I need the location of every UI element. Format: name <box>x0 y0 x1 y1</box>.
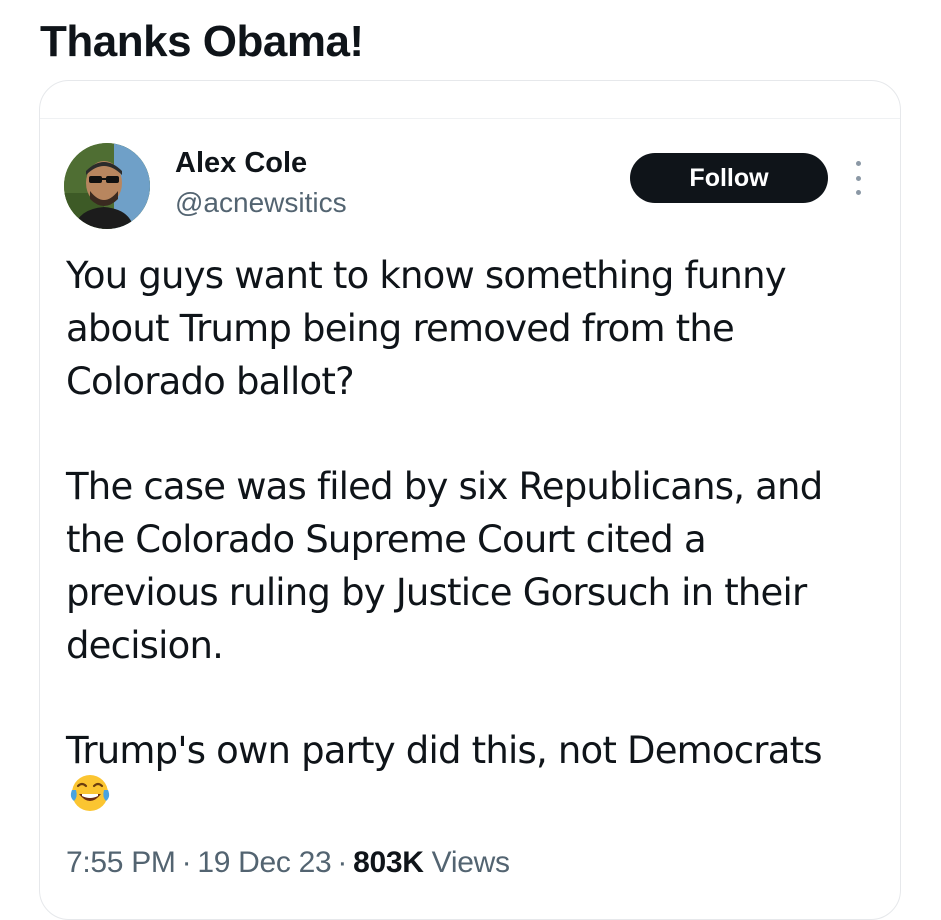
tweet-date[interactable]: 19 Dec 23 <box>197 846 331 879</box>
meta-separator: · <box>337 846 348 879</box>
meta-separator: · <box>181 846 192 879</box>
author-handle[interactable]: @acnewsitics <box>175 185 347 221</box>
tweet-paragraph: Trump's own party did this, not Democrat… <box>66 729 823 772</box>
tweet-paragraph: You guys want to know something funny ab… <box>66 254 787 403</box>
post-title: Thanks Obama! <box>40 17 364 66</box>
views-label: Views <box>431 846 510 879</box>
tweet-card[interactable]: Alex Cole @acnewsitics Follow You guys w… <box>39 80 901 920</box>
tweet-time[interactable]: 7:55 PM <box>66 846 176 879</box>
tweet-text: You guys want to know something funny ab… <box>66 249 866 777</box>
more-options-icon[interactable] <box>846 161 870 195</box>
face-with-tears-of-joy-icon <box>70 775 110 811</box>
author-name[interactable]: Alex Cole <box>175 145 307 181</box>
tweet-paragraph: The case was filed by six Republicans, a… <box>66 465 823 667</box>
more-dot <box>855 190 861 195</box>
follow-button[interactable]: Follow <box>630 153 828 203</box>
views-count[interactable]: 803K <box>353 846 424 879</box>
avatar[interactable] <box>64 143 150 229</box>
card-divider <box>40 118 900 119</box>
tweet-meta: 7:55 PM · 19 Dec 23 · 803K Views <box>66 843 510 883</box>
more-dot <box>855 175 861 181</box>
more-dot <box>855 161 861 166</box>
